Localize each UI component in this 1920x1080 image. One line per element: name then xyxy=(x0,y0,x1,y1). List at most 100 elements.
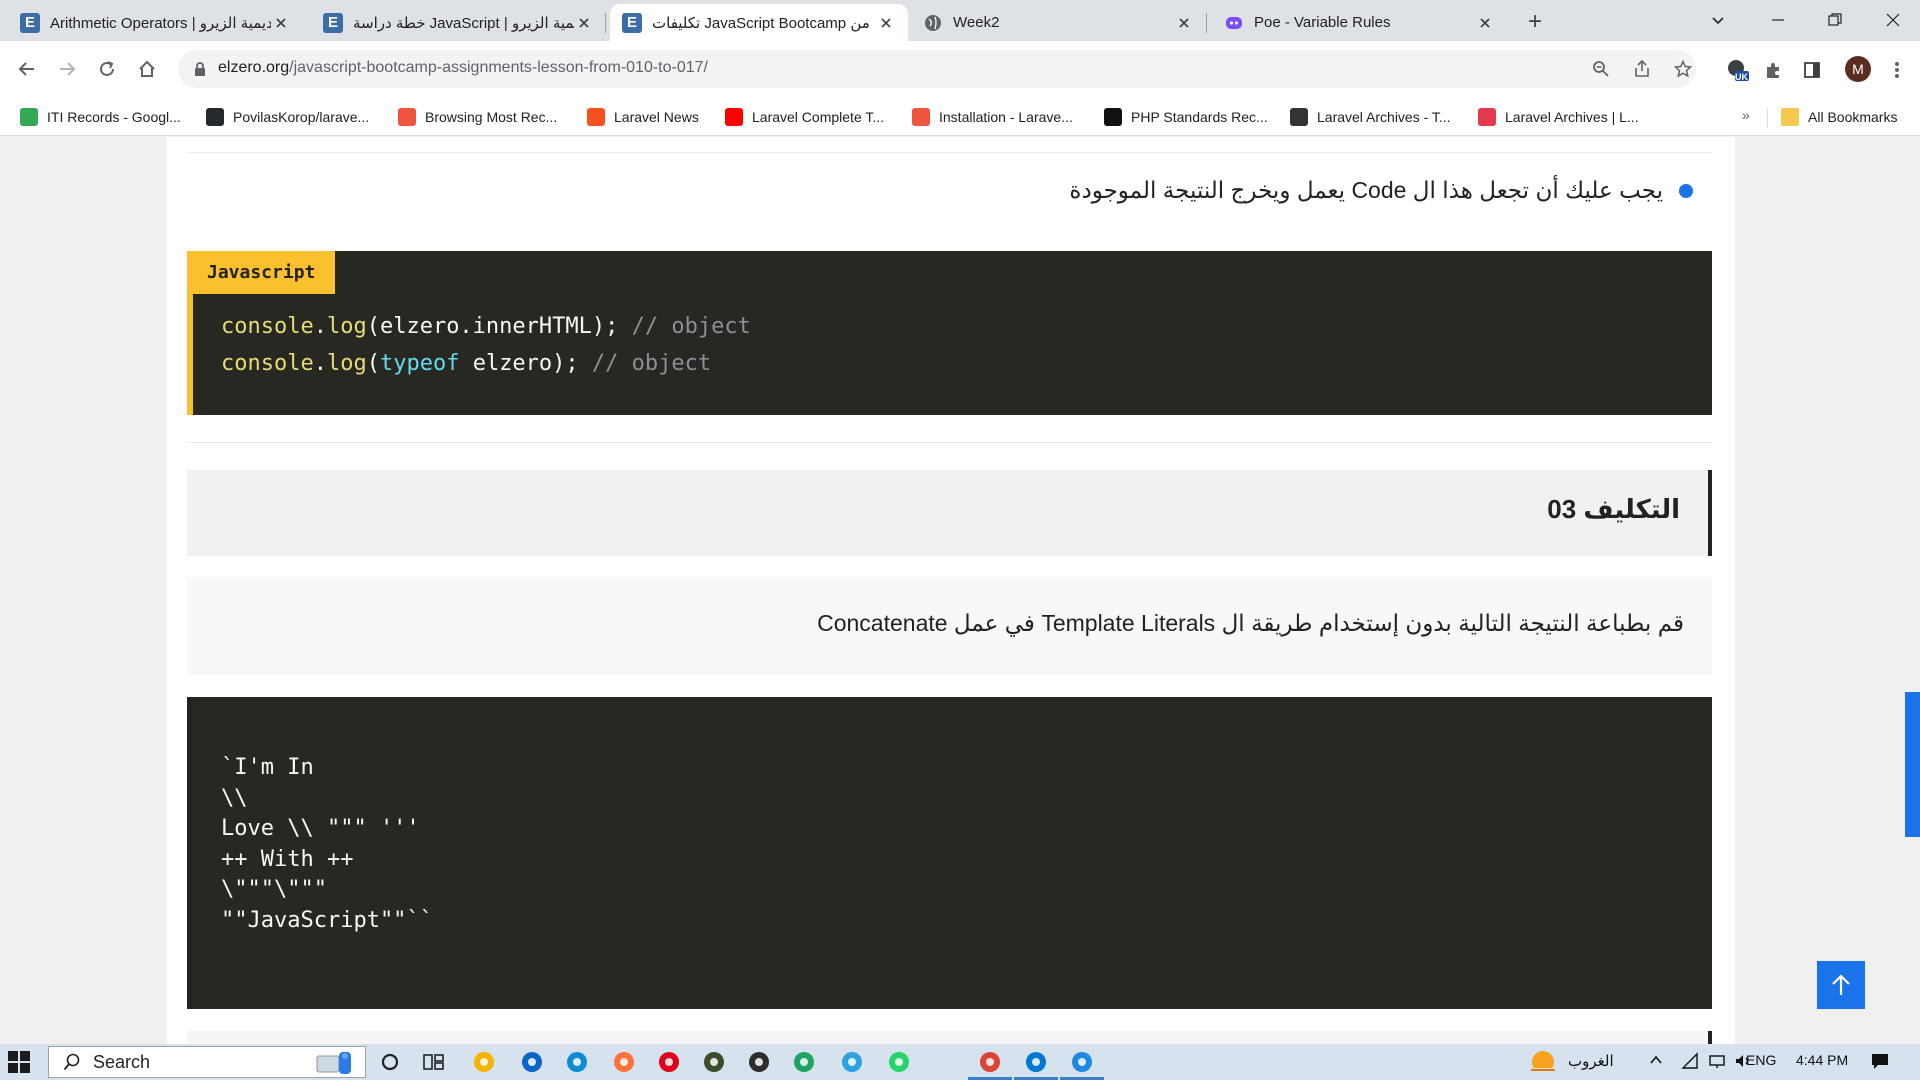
code-line: \"""\""" xyxy=(221,877,327,902)
youtube-icon xyxy=(725,108,743,126)
elzero-favicon-icon: E xyxy=(622,12,642,33)
notifications-icon[interactable] xyxy=(1870,1052,1890,1074)
bookmark-item[interactable]: Installation - Larave... xyxy=(912,99,1073,135)
terminal-icon[interactable] xyxy=(745,1048,773,1076)
extensions-puzzle-icon[interactable] xyxy=(1758,55,1788,85)
wifi-icon[interactable] xyxy=(1681,1052,1699,1074)
page-viewport: يجب عليك أن تجعل هذا ال Code يعمل ويخرج … xyxy=(0,137,1920,1044)
bullet-dot-icon xyxy=(1679,183,1693,198)
code-token: // object xyxy=(631,314,751,339)
bookmark-item[interactable]: Laravel Complete T... xyxy=(725,99,884,135)
site-info-icon[interactable] xyxy=(192,61,208,82)
bookmark-item[interactable]: Laravel Archives | L... xyxy=(1478,99,1639,135)
bookmark-label: Laravel News xyxy=(614,109,699,125)
browser-tab[interactable]: E خطة دراسة JavaScript | أكاديمية الزيرو xyxy=(311,4,606,41)
profile-avatar[interactable]: M xyxy=(1845,56,1871,82)
laravel-icon xyxy=(1478,108,1496,126)
bookmark-item[interactable]: Laravel News xyxy=(587,99,699,135)
bookmark-label: Laravel Complete T... xyxy=(752,109,885,125)
google-drive-icon[interactable] xyxy=(790,1048,818,1076)
chrome-icon[interactable] xyxy=(976,1048,1004,1076)
browser-tab[interactable]: Week2 xyxy=(911,4,1206,41)
weather-text[interactable]: الغروب xyxy=(1568,1052,1614,1070)
file-explorer-icon[interactable] xyxy=(470,1048,498,1076)
scrollbar-thumb[interactable] xyxy=(1905,692,1920,837)
share-icon[interactable] xyxy=(1631,58,1653,80)
php-fig-icon xyxy=(1104,108,1122,126)
bookmarks-overflow-button[interactable]: » xyxy=(1742,107,1750,123)
forward-icon[interactable] xyxy=(52,54,82,84)
back-to-top-button[interactable] xyxy=(1817,961,1865,1009)
browser-tab[interactable]: E تكليفات JavaScript Bootcamp من xyxy=(610,4,908,41)
close-tab-icon[interactable] xyxy=(574,13,594,33)
tray-chevron-icon[interactable] xyxy=(1648,1052,1664,1072)
language-indicator[interactable]: ENG xyxy=(1746,1052,1776,1068)
bookmark-star-icon[interactable] xyxy=(1672,58,1694,80)
code-line: console.log(typeof elzero); // object xyxy=(221,345,751,382)
network-icon[interactable] xyxy=(1708,1052,1726,1074)
photos-icon[interactable] xyxy=(1068,1048,1096,1076)
bookmark-item[interactable]: Browsing Most Rec... xyxy=(398,99,557,135)
close-tab-icon[interactable] xyxy=(876,13,896,33)
home-icon[interactable] xyxy=(132,54,162,84)
address-bar[interactable]: elzero.org/javascript-bootcamp-assignmen… xyxy=(178,50,1696,88)
cortana-icon[interactable] xyxy=(376,1048,404,1076)
weather-icon[interactable] xyxy=(1528,1048,1558,1076)
search-icon xyxy=(63,1053,80,1071)
app-icon[interactable] xyxy=(700,1048,728,1076)
code-block-javascript: Javascript console.log(elzero.innerHTML)… xyxy=(187,251,1712,415)
code-line: \\ xyxy=(221,785,248,811)
bookmark-label: PovilasKorop/larave... xyxy=(233,109,370,125)
vpn-extension-icon[interactable]: UK xyxy=(1722,55,1752,85)
bookmark-item[interactable]: PHP Standards Rec... xyxy=(1104,99,1268,135)
opera-icon[interactable] xyxy=(655,1048,683,1076)
windows-logo-pane xyxy=(20,1051,30,1061)
task-view-icon[interactable] xyxy=(420,1048,448,1076)
clock-time[interactable]: 4:44 PM xyxy=(1796,1052,1848,1068)
all-bookmarks-label: All Bookmarks xyxy=(1808,109,1898,125)
close-window-icon[interactable] xyxy=(1870,0,1916,40)
start-button[interactable] xyxy=(8,1051,30,1073)
globe-icon xyxy=(923,13,943,33)
browser-tab[interactable]: Poe - Variable Rules xyxy=(1212,4,1507,41)
bookmark-label: Browsing Most Rec... xyxy=(425,109,558,125)
browser-toolbar: elzero.org/javascript-bootcamp-assignmen… xyxy=(0,41,1920,99)
back-icon[interactable] xyxy=(12,54,42,84)
reload-icon[interactable] xyxy=(92,54,122,84)
minimize-icon[interactable] xyxy=(1755,0,1801,40)
restore-icon[interactable] xyxy=(1812,0,1858,40)
code-block-output: `I'm In \\ Love \\ """ ''' ++ With ++ \"""\"… xyxy=(187,697,1712,1009)
bookmarks-divider xyxy=(1767,108,1768,128)
bookmark-item[interactable]: ITI Records - Googl... xyxy=(20,99,181,135)
page-scrollbar[interactable] xyxy=(1905,137,1920,1044)
code-token: . xyxy=(313,314,327,339)
mail-icon[interactable] xyxy=(518,1048,546,1076)
new-tab-button[interactable]: + xyxy=(1521,8,1549,36)
close-tab-icon[interactable] xyxy=(1174,13,1194,33)
arrow-up-icon xyxy=(1832,974,1850,995)
tab-strip: EArithmetic Operators | أكاديمية الزيروE… xyxy=(0,0,1920,41)
taskbar-search-box[interactable]: Search xyxy=(48,1046,366,1078)
bookmark-item[interactable]: Laravel Archives - T... xyxy=(1290,99,1451,135)
laravel-news-icon xyxy=(587,108,605,126)
code-token: console xyxy=(221,351,314,376)
edge-icon[interactable] xyxy=(563,1048,591,1076)
whatsapp-icon[interactable] xyxy=(885,1048,913,1076)
close-tab-icon[interactable] xyxy=(271,13,291,33)
all-bookmarks-button[interactable]: All Bookmarks xyxy=(1781,99,1897,135)
tab-title: خطة دراسة JavaScript | أكاديمية الزيرو xyxy=(353,14,574,32)
close-tab-icon[interactable] xyxy=(1475,13,1495,33)
code-line: `I'm In xyxy=(221,755,314,780)
side-panel-icon[interactable] xyxy=(1797,55,1827,85)
assignment-description-box: قم بطباعة النتيجة التالية بدون إستخدام ط… xyxy=(187,577,1712,675)
bookmark-item[interactable]: PovilasKorop/larave... xyxy=(206,99,369,135)
menu-kebab-icon[interactable] xyxy=(1882,55,1912,85)
firefox-icon[interactable] xyxy=(610,1048,638,1076)
tab-search-icon[interactable] xyxy=(1695,0,1741,40)
bookmark-label: PHP Standards Rec... xyxy=(1131,109,1268,125)
browser-tab[interactable]: E Arithmetic Operators | أكاديمية الزيرو xyxy=(8,4,303,41)
telegram-icon[interactable] xyxy=(838,1048,866,1076)
assignment-heading: التكليف 03 xyxy=(1547,494,1680,524)
zoom-icon[interactable] xyxy=(1590,58,1612,80)
vscode-icon[interactable] xyxy=(1022,1048,1050,1076)
